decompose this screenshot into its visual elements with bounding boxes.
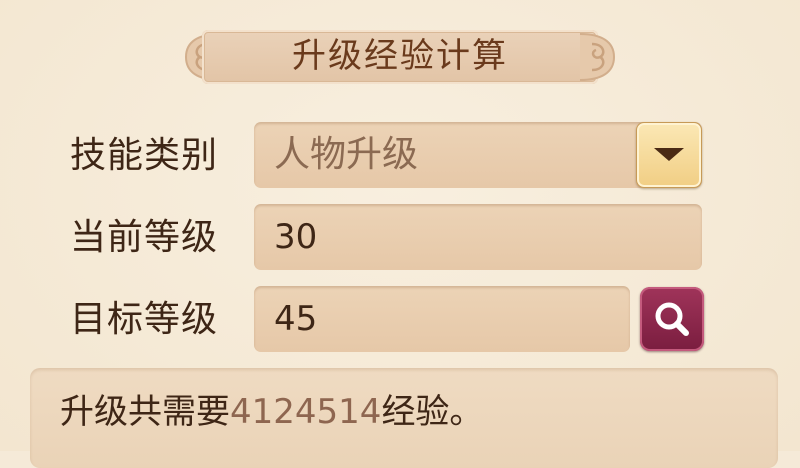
skill-type-label: 技能类别: [70, 135, 219, 176]
result-prefix: 升级共需要: [60, 392, 230, 432]
current-level-label: 当前等级: [70, 217, 219, 258]
result-text: 升级共需要4124514经验。: [60, 390, 483, 434]
skill-type-value: 人物升级: [274, 134, 419, 175]
current-level-input[interactable]: 30: [254, 204, 702, 270]
target-level-input[interactable]: 45: [254, 286, 630, 352]
result-suffix: 经验。: [381, 392, 484, 432]
title-banner: 升级经验计算: [180, 26, 620, 88]
current-level-value: 30: [274, 217, 318, 257]
result-box: 升级共需要4124514经验。: [30, 368, 778, 468]
exp-calculator-panel: 升级经验计算 技能类别 人物升级 当前等级 30 目标等级 45 升级共需要41…: [0, 0, 800, 468]
page-title: 升级经验计算: [292, 36, 508, 76]
search-icon: [655, 302, 689, 336]
target-level-value: 45: [274, 299, 318, 339]
target-level-label: 目标等级: [70, 299, 219, 340]
chevron-down-icon: [654, 148, 684, 161]
skill-type-select[interactable]: 人物升级: [254, 122, 702, 188]
search-button[interactable]: [640, 287, 704, 351]
result-exp-value: 4124514: [230, 392, 382, 432]
skill-type-dropdown-button[interactable]: [636, 122, 702, 188]
